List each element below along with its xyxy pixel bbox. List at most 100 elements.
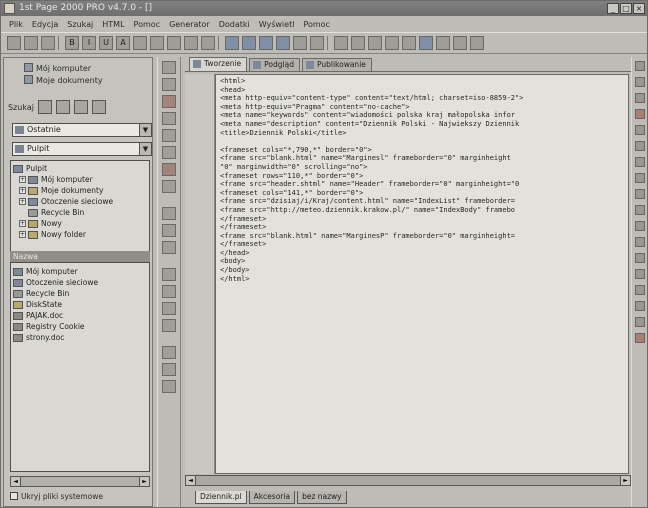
scroll-right-icon[interactable]: ► — [620, 476, 630, 485]
frame-icon[interactable] — [276, 36, 290, 50]
menu-html[interactable]: HTML — [102, 20, 124, 29]
tool-icon[interactable] — [634, 93, 645, 103]
list-item[interactable]: PAJAK.doc — [13, 310, 147, 321]
anchor-icon[interactable] — [162, 146, 176, 159]
list-item[interactable]: Mój komputer — [13, 266, 147, 277]
location-dropdown[interactable]: Pulpit ▼ — [12, 142, 152, 156]
layer-icon[interactable] — [162, 346, 176, 359]
tool-icon[interactable] — [634, 157, 645, 167]
list-header[interactable]: Nazwa — [10, 251, 150, 262]
list-item[interactable]: Otoczenie sieciowe — [13, 277, 147, 288]
tree-node[interactable]: Pulpit — [13, 163, 147, 174]
recent-dropdown[interactable]: Ostatnie ▼ — [12, 123, 152, 137]
font-icon[interactable]: A — [116, 36, 130, 50]
expand-icon[interactable]: + — [19, 176, 26, 183]
break-icon[interactable] — [162, 112, 176, 125]
tool-icon[interactable] — [634, 317, 645, 327]
expand-icon[interactable]: + — [19, 198, 26, 205]
my-computer-link[interactable]: Mój komputer — [24, 63, 91, 73]
script-icon[interactable] — [162, 207, 176, 220]
underline-icon[interactable]: U — [99, 36, 113, 50]
style-icon[interactable] — [162, 224, 176, 237]
globe-icon[interactable] — [419, 36, 433, 50]
tab-tworzenie[interactable]: Tworzenie — [189, 57, 248, 71]
browser-icon[interactable] — [351, 36, 365, 50]
color-icon[interactable] — [310, 36, 324, 50]
span-icon[interactable] — [162, 163, 176, 176]
list-icon[interactable] — [184, 36, 198, 50]
home-icon[interactable] — [55, 100, 70, 114]
button-tool-icon[interactable] — [162, 319, 176, 332]
replace-icon[interactable] — [453, 36, 467, 50]
settings-icon[interactable] — [402, 36, 416, 50]
tool-icon[interactable] — [634, 237, 645, 247]
clock-icon[interactable] — [162, 268, 176, 281]
document-tab[interactable]: Dziennik.pl — [195, 491, 247, 504]
tool-icon[interactable] — [634, 109, 645, 119]
tool-icon[interactable] — [634, 221, 645, 231]
list-item[interactable]: DiskState — [13, 299, 147, 310]
preview-icon[interactable] — [334, 36, 348, 50]
menu-wyswietl[interactable]: Wyświetl — [259, 20, 295, 29]
heading-icon[interactable] — [162, 95, 176, 108]
tree-node[interactable]: + Nowy folder — [13, 229, 147, 240]
tag-icon[interactable] — [162, 61, 176, 74]
menu-pomoc-1[interactable]: Pomoc — [134, 20, 161, 29]
form-field-icon[interactable] — [162, 285, 176, 298]
editor-horizontal-scrollbar[interactable]: ◄ ► — [185, 475, 631, 486]
link-icon[interactable] — [242, 36, 256, 50]
align-center-icon[interactable] — [150, 36, 164, 50]
tree-node[interactable]: + Moje dokumenty — [13, 185, 147, 196]
new-icon[interactable] — [7, 36, 21, 50]
table-icon[interactable] — [259, 36, 273, 50]
list-item[interactable]: strony.doc — [13, 332, 147, 343]
minimize-button[interactable]: _ — [607, 3, 619, 14]
menu-generator[interactable]: Generator — [169, 20, 210, 29]
spell-icon[interactable] — [385, 36, 399, 50]
refresh-icon[interactable] — [91, 100, 106, 114]
save-icon[interactable] — [41, 36, 55, 50]
checkbox-icon[interactable] — [10, 492, 18, 500]
meta-icon[interactable] — [162, 241, 176, 254]
list-item[interactable]: Recycle Bin — [13, 288, 147, 299]
tool-icon[interactable] — [634, 77, 645, 87]
expand-icon[interactable]: + — [19, 220, 26, 227]
align-right-icon[interactable] — [167, 36, 181, 50]
tree-node[interactable]: + Mój komputer — [13, 174, 147, 185]
menu-pomoc-2[interactable]: Pomoc — [303, 20, 330, 29]
close-button[interactable]: × — [633, 3, 645, 14]
align-left-icon[interactable] — [133, 36, 147, 50]
code-editor[interactable]: <html> <head> <meta http-equiv="content-… — [215, 74, 629, 474]
help-icon[interactable] — [368, 36, 382, 50]
tool-icon[interactable] — [634, 173, 645, 183]
my-documents-link[interactable]: Moje dokumenty — [24, 75, 103, 85]
maximize-button[interactable]: □ — [620, 3, 632, 14]
tool-icon[interactable] — [634, 285, 645, 295]
checkbox-tool-icon[interactable] — [162, 302, 176, 315]
back-icon[interactable] — [73, 100, 88, 114]
menu-dodatki[interactable]: Dodatki — [219, 20, 250, 29]
tool-icon[interactable] — [634, 141, 645, 151]
color-picker-icon[interactable] — [162, 380, 176, 393]
scroll-left-icon[interactable]: ◄ — [186, 476, 196, 485]
tool-icon[interactable] — [634, 189, 645, 199]
document-tab[interactable]: Akcesoria — [248, 491, 296, 504]
comment-icon[interactable] — [162, 129, 176, 142]
form-icon[interactable] — [293, 36, 307, 50]
menu-edycja[interactable]: Edycja — [32, 20, 58, 29]
tool-icon[interactable] — [634, 125, 645, 135]
document-tab[interactable]: bez nazwy — [297, 491, 347, 504]
menu-plik[interactable]: Plik — [9, 20, 23, 29]
upload-icon[interactable] — [470, 36, 484, 50]
paragraph-icon[interactable] — [162, 78, 176, 91]
tool-icon[interactable] — [634, 301, 645, 311]
tool-icon[interactable] — [634, 253, 645, 263]
tab-publikowanie[interactable]: Publikowanie — [301, 58, 372, 71]
tool-icon[interactable] — [634, 61, 645, 71]
chevron-down-icon[interactable]: ▼ — [139, 124, 151, 136]
menu-szukaj[interactable]: Szukaj — [67, 20, 93, 29]
tree-node[interactable]: Recycle Bin — [13, 207, 147, 218]
italic-icon[interactable]: I — [82, 36, 96, 50]
tool-icon[interactable] — [634, 333, 645, 343]
tree-node[interactable]: + Otoczenie sieciowe — [13, 196, 147, 207]
